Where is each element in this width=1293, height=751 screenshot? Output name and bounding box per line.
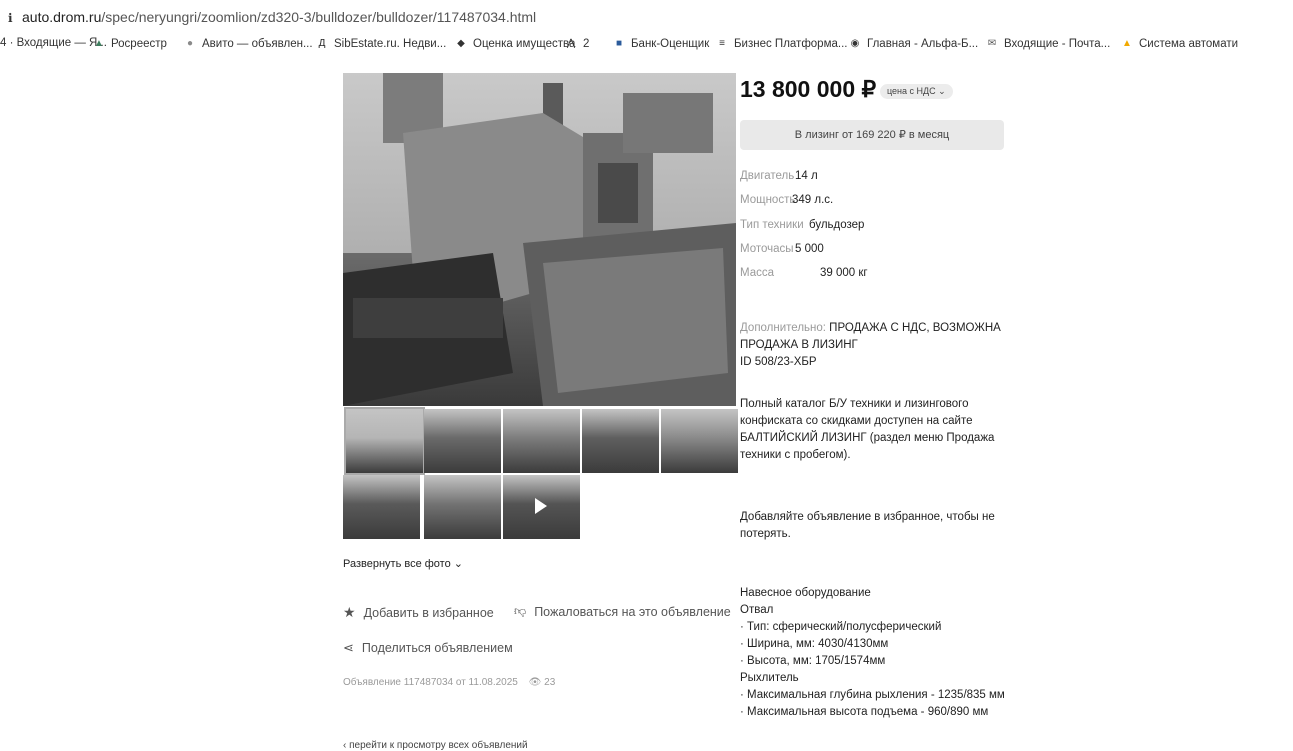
bookmark-label: Бизнес Платформа...	[734, 38, 848, 50]
spec-value: 349 л.с.	[792, 194, 834, 206]
bookmark-label: Система автомати	[1139, 38, 1239, 50]
bookmark-item[interactable]: ● Авито — объявлен...	[183, 37, 313, 51]
catalog-text: Полный каталог Б/У техники и лизингового…	[740, 398, 995, 461]
equipment-line: · Тип: сферический/полусферический	[740, 621, 942, 633]
bookmarks-bar: 4 · Входящие — Я... ▲ Росреестр ● Авито — об…	[0, 34, 1293, 56]
equipment-line: · Максимальная высота подъема - 960/890 …	[740, 706, 989, 718]
ad-info: Объявление 117487034 от 11.08.2025 👁︎ 23	[343, 677, 556, 688]
photo-thumbnail[interactable]	[661, 409, 738, 473]
main-photo[interactable]	[343, 73, 736, 406]
bookmark-label: Банк-Оценщик	[631, 38, 710, 50]
play-icon	[535, 498, 547, 514]
site-info-icon[interactable]: ℹ	[8, 12, 16, 24]
chevron-left-icon: ‹	[343, 740, 347, 751]
photo-thumbnail[interactable]	[582, 409, 659, 473]
bookmark-label: SibEstate.ru. Недви...	[334, 38, 447, 50]
expand-photos-link[interactable]: Развернуть все фото ⌄	[343, 557, 463, 570]
diamond-icon: ◆	[457, 38, 465, 49]
bookmark-label: Авито — объявлен...	[202, 38, 313, 50]
photo-thumbnail[interactable]	[503, 409, 580, 473]
share-icon: ⋖	[343, 640, 354, 655]
complain-button[interactable]: 👎︎ Пожаловаться на это объявление	[514, 604, 731, 619]
extra-info: Дополнительно: ПРОДАЖА С НДС, ВОЗМОЖНА П…	[740, 322, 1001, 368]
bank-icon: ■	[615, 38, 623, 49]
lines-icon: ≡	[719, 38, 725, 49]
bookmark-item[interactable]: Д SibEstate.ru. Недви...	[315, 37, 447, 51]
bookmark-item[interactable]: ■ Банк-Оценщик	[612, 37, 709, 51]
bookmark-item[interactable]: ◆ Оценка имущества	[454, 37, 575, 51]
spec-value: 5 000	[795, 243, 824, 255]
bookmark-label: Оценка имущества	[473, 38, 576, 50]
address-bar[interactable]: ℹ auto.drom.ru/spec/neryungri/zoomlion/z…	[0, 0, 1293, 34]
spec-label: Двигатель	[740, 170, 795, 182]
spec-label: Мощность	[740, 194, 796, 206]
dc-icon: Д	[318, 38, 326, 49]
add-favorite-button[interactable]: ★ Добавить в избранное	[343, 604, 494, 621]
spec-value: 39 000 кг	[820, 267, 868, 279]
equipment-line: Рыхлитель	[740, 672, 799, 684]
thumbs-down-icon: 👎︎	[514, 604, 527, 618]
price: 13 800 000 ₽	[740, 76, 877, 102]
url-text[interactable]: auto.drom.ru/spec/neryungri/zoomlion/zd3…	[22, 9, 536, 25]
photo-thumbnail[interactable]	[503, 475, 580, 539]
bookmark-label: 4 · Входящие — Я...	[0, 37, 107, 49]
share-button[interactable]: ⋖ Поделиться объявлением	[343, 640, 513, 656]
photo-thumbnail[interactable]	[343, 475, 420, 539]
chevron-down-icon: ⌄	[938, 86, 946, 96]
bookmark-item[interactable]: ≡ Бизнес Платформа...	[715, 37, 847, 51]
bookmark-item[interactable]: ⋀ 2	[564, 37, 590, 51]
equipment-line: · Ширина, мм: 4030/4130мм	[740, 638, 889, 650]
spec-value: 14 л	[795, 170, 818, 182]
bookmark-label: 2	[583, 38, 590, 50]
equipment-line: Отвал	[740, 604, 774, 616]
spec-value: бульдозер	[809, 219, 865, 231]
equipment-list: Навесное оборудование Отвал · Тип: сфериче…	[740, 585, 1020, 721]
back-to-listings-link[interactable]: ‹ перейти к просмотру всех объявлений	[343, 740, 528, 751]
eye-icon: 👁︎	[528, 677, 542, 688]
lease-button[interactable]: В лизинг от 169 220 ₽ в месяц	[740, 120, 1004, 150]
favorite-hint: Добавляйте объявление в избранное, чтобы…	[740, 511, 995, 540]
globe-icon: ◉	[850, 38, 860, 49]
emblem-icon: ▲	[94, 38, 104, 49]
photo-thumbnail[interactable]	[424, 409, 501, 473]
spec-label: Тип техники	[740, 219, 804, 231]
bookmark-item[interactable]: ▲ Росреестр	[92, 37, 167, 51]
mailbox-icon: ✉	[987, 38, 997, 49]
bookmark-label: Росреестр	[111, 38, 167, 50]
chevron-down-icon: ⌄	[453, 558, 463, 570]
bookmark-item[interactable]: ◉ Главная - Альфа-Б...	[848, 37, 979, 51]
spec-label: Масса	[740, 267, 775, 279]
equipment-line: · Высота, мм: 1705/1574мм	[740, 655, 886, 667]
vat-badge[interactable]: цена с НДС ⌄	[880, 84, 953, 99]
photo-thumbnail[interactable]	[344, 407, 425, 475]
avito-icon: ●	[186, 38, 194, 49]
star-icon: ★	[343, 604, 356, 620]
bookmark-item[interactable]: ▲ Система автомати	[1120, 37, 1238, 51]
spec-label: Моточасы	[740, 243, 794, 255]
equipment-line: Навесное оборудование	[740, 587, 871, 599]
bookmark-label: Главная - Альфа-Б...	[867, 38, 979, 50]
bookmark-label: Входящие - Почта...	[1004, 38, 1111, 50]
bulldozer-photo	[343, 73, 736, 406]
chart-icon: ⋀	[566, 38, 576, 49]
equipment-line: · Максимальная глубина рыхления - 1235/8…	[740, 689, 1005, 701]
bookmark-item[interactable]: 4 · Входящие — Я...	[0, 37, 107, 49]
photo-thumbnail[interactable]	[424, 475, 501, 539]
system-icon: ▲	[1122, 38, 1132, 49]
bookmark-item[interactable]: ✉ Входящие - Почта...	[985, 37, 1110, 51]
